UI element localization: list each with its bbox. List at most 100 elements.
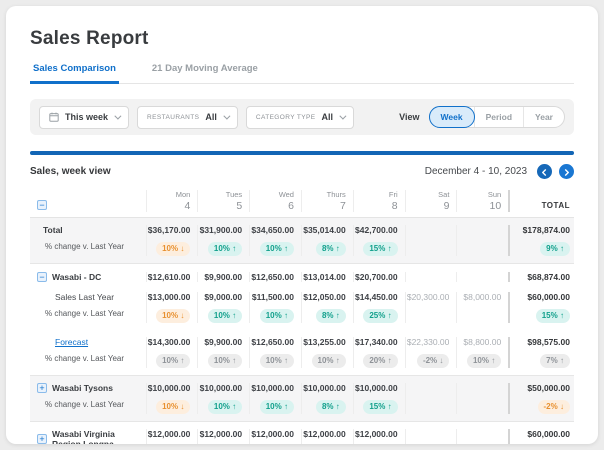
expand-icon[interactable]: + (37, 383, 47, 393)
cell-amount: $20,300.00 (406, 292, 450, 302)
cell-amount: $13,000.00 (147, 292, 191, 302)
category-type-dropdown[interactable]: CATEGORY TYPE All (245, 105, 354, 129)
view-option-year[interactable]: Year (523, 107, 564, 127)
row-sublabel: % change v. Last Year (45, 309, 125, 318)
cell-amount: $8,000.00 (463, 292, 502, 302)
category-type-value: All (321, 112, 333, 122)
value-cell: $10,000.00 15% ↑ (352, 383, 405, 414)
cell-amount: $10,000.00 (251, 383, 294, 393)
badge-line: 8% ↑ (302, 238, 346, 256)
cell-amount: $10,000.00 (199, 383, 243, 393)
change-badge: 9% ↑ (540, 241, 570, 256)
change-badge: 15% ↑ (535, 308, 570, 323)
value-cell: $10,000.00 8% ↑ (300, 383, 353, 414)
chevron-right-icon (563, 164, 570, 179)
day-name: Mon (175, 190, 191, 199)
change-badge: 10% ↑ (259, 308, 294, 323)
value-cell: $17,340.00 20% ↑ (352, 337, 405, 368)
restaurants-value: All (205, 112, 217, 122)
collapse-icon[interactable]: − (37, 272, 47, 282)
forecast-link[interactable]: Forecast (55, 337, 88, 347)
value-cell: $12,650.00 10% ↑ (249, 337, 301, 368)
cell-amount: $60,000.00 (527, 292, 570, 302)
restaurants-dropdown[interactable]: RESTAURANTS All (137, 105, 238, 129)
day-date: 8 (391, 200, 398, 212)
cell-amount: $12,000.00 (199, 429, 243, 439)
date-range-dropdown[interactable]: This week (39, 105, 130, 129)
change-badge: -2% ↓ (537, 399, 570, 414)
row-sublabel: % change v. Last Year (45, 242, 125, 251)
badge-line: 15% ↑ (354, 396, 398, 414)
view-toggle-group: View Week Period Year (399, 106, 565, 128)
badge-line (457, 442, 501, 444)
change-badge: 25% ↑ (363, 308, 398, 323)
value-cell: $12,000.00 10% ↓ (145, 429, 198, 444)
badge-line (406, 238, 450, 252)
tab-bar: Sales Comparison 21 Day Moving Average (30, 63, 574, 84)
row-sublabel: % change v. Last Year (45, 400, 125, 409)
value-cell (456, 429, 508, 444)
cell-amount: $60,000.00 (527, 429, 570, 439)
badge-line: 9% ↑ (510, 238, 570, 256)
page-title: Sales Report (30, 28, 149, 49)
total-cell: $60,000.00 15% ↑ (508, 292, 574, 323)
section-header: Sales, week view December 4 - 10, 2023 (30, 164, 574, 179)
cell-amount: $35,014.00 (303, 225, 346, 235)
cell-amount (457, 383, 501, 393)
total-cell: $178,874.00 9% ↑ (508, 225, 574, 256)
row-label-cell: − Wasabi - DC (30, 272, 146, 282)
chevron-left-icon (541, 164, 548, 179)
badge-line: 15% ↑ (510, 305, 570, 323)
value-cell (456, 383, 508, 414)
value-cell: $10,000.00 10% ↑ (249, 383, 301, 414)
badge-line (457, 305, 501, 319)
tab-21-day-moving-average[interactable]: 21 Day Moving Average (149, 63, 261, 83)
row-label-line: + Wasabi Virginia Region Longna... (30, 429, 146, 444)
column-header-tues: Tues 5 (197, 190, 249, 212)
change-badge: 10% ↑ (311, 353, 346, 368)
cell-amount: $178,874.00 (522, 225, 570, 235)
value-cell: $9,000.00 10% ↑ (197, 292, 249, 323)
column-header-fri: Fri 8 (352, 190, 405, 212)
cell-amount: $12,000.00 (355, 429, 398, 439)
row-label-line: Forecast (30, 337, 146, 347)
change-badge: 10% ↓ (156, 241, 191, 256)
badge-line: 8% ↑ (302, 305, 346, 323)
change-badge: 8% ↑ (315, 399, 346, 414)
value-cell: $13,014.00 (300, 272, 353, 282)
next-week-button[interactable] (559, 164, 574, 179)
date-navigation: December 4 - 10, 2023 (425, 164, 574, 179)
table-corner-cell: − (30, 190, 146, 212)
total-cell: $98,575.00 7% ↑ (508, 337, 574, 368)
view-option-period[interactable]: Period (473, 107, 523, 127)
view-label: View (399, 112, 420, 122)
badge-line: 10% ↑ (457, 350, 502, 368)
collapse-all-icon[interactable]: − (37, 200, 47, 210)
expand-icon[interactable]: + (37, 434, 47, 444)
calendar-icon (49, 112, 59, 122)
total-cell: $68,874.00 (508, 272, 574, 282)
table-group: +Wasabi Virginia Region Longna...% chang… (30, 422, 574, 444)
section-divider (30, 151, 574, 155)
day-date: 9 (443, 200, 450, 212)
cell-amount: $12,050.00 (303, 292, 346, 302)
value-cell (404, 383, 457, 414)
change-badge: 10% ↓ (156, 308, 191, 323)
cell-amount: $10,000.00 (147, 383, 191, 393)
cell-amount: $12,650.00 (251, 272, 294, 282)
view-option-week[interactable]: Week (428, 106, 475, 128)
cell-amount (406, 429, 450, 439)
cell-amount: $98,575.00 (527, 337, 570, 347)
tab-sales-comparison[interactable]: Sales Comparison (30, 63, 119, 84)
previous-week-button[interactable] (537, 164, 552, 179)
restaurants-label: RESTAURANTS (147, 113, 200, 121)
cell-amount: $12,000.00 (251, 429, 294, 439)
total-cell: $50,000.00 -2% ↓ (508, 383, 574, 414)
filter-bar: This week RESTAURANTS All CATEGORY TYPE … (30, 99, 574, 135)
day-date: 10 (489, 200, 502, 212)
total-cell: $60,000.00 14% ↑ (508, 429, 574, 444)
sales-table: − Mon 4 Tues 5 Wed 6 Thurs 7 Fri 8 Sat 9 Sun 10 TOTAL T… (30, 187, 574, 444)
value-cell: $12,050.00 8% ↑ (300, 292, 353, 323)
badge-line: 10% ↑ (198, 305, 243, 323)
badge-line: 8% ↑ (302, 396, 346, 414)
